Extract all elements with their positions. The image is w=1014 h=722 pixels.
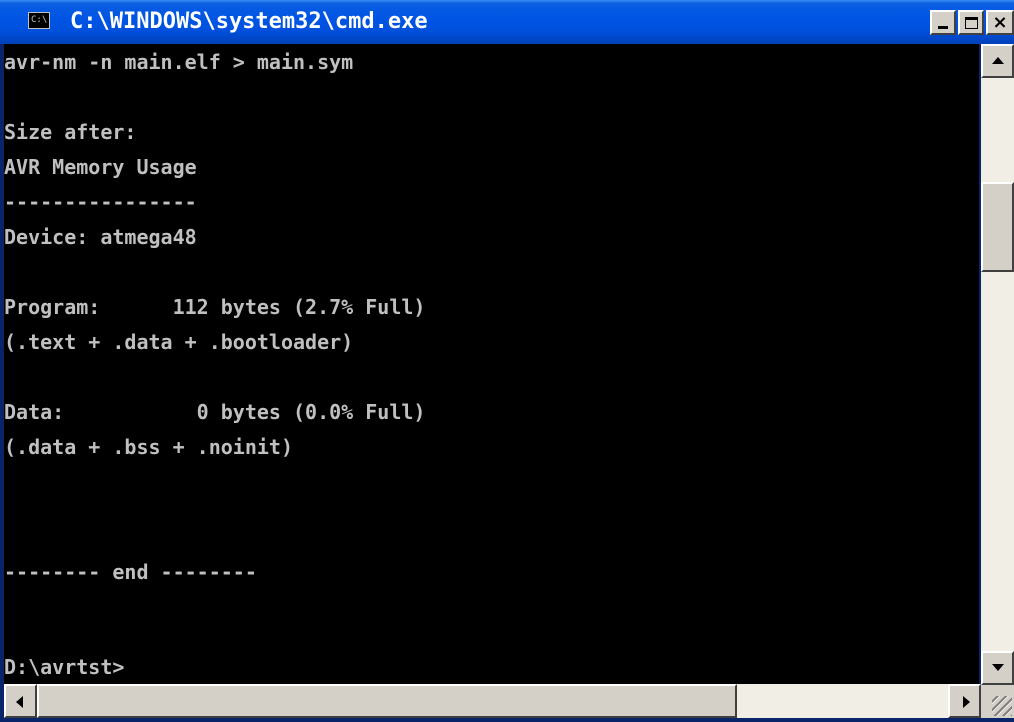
console-line: Size after: xyxy=(4,120,137,144)
horizontal-scrollbar[interactable] xyxy=(4,684,981,718)
arrow-left-icon xyxy=(16,696,23,708)
console-line: Device: atmega48 xyxy=(4,225,197,249)
cmd-icon[interactable]: C:\ xyxy=(28,12,50,29)
console-line: (.data + .bss + .noinit) xyxy=(4,435,293,459)
maximize-button[interactable] xyxy=(958,10,984,35)
console-line: (.text + .data + .bootloader) xyxy=(4,330,354,354)
console-prompt: D:\avrtst> xyxy=(4,655,125,679)
vertical-scrollbar[interactable] xyxy=(981,44,1014,685)
console-line: Program: 112 bytes (2.7% Full) xyxy=(4,295,426,319)
minimize-icon xyxy=(938,26,948,29)
console-line: Data: 0 bytes (0.0% Full) xyxy=(4,400,426,424)
scroll-left-button[interactable] xyxy=(4,684,37,718)
window-title: C:\WINDOWS\system32\cmd.exe xyxy=(70,9,428,34)
scroll-up-button[interactable] xyxy=(981,44,1014,78)
resize-grip[interactable] xyxy=(981,685,1014,718)
arrow-up-icon xyxy=(992,57,1004,64)
title-bar[interactable]: C:\ C:\WINDOWS\system32\cmd.exe × xyxy=(0,0,1014,44)
scroll-down-button[interactable] xyxy=(981,651,1014,685)
console-output[interactable]: avr-nm -n main.elf > main.sym Size after… xyxy=(4,44,979,684)
cmd-window: C:\ C:\WINDOWS\system32\cmd.exe × avr-nm… xyxy=(0,0,1014,722)
scroll-right-button[interactable] xyxy=(948,684,981,718)
close-button[interactable]: × xyxy=(986,10,1014,35)
arrow-right-icon xyxy=(963,696,970,708)
minimize-button[interactable] xyxy=(930,10,956,35)
console-line: -------- end -------- xyxy=(4,560,257,584)
vertical-scroll-thumb[interactable] xyxy=(981,182,1014,272)
horizontal-scroll-thumb[interactable] xyxy=(37,684,737,718)
resize-grip-icon xyxy=(992,696,1012,716)
maximize-icon xyxy=(964,16,978,29)
arrow-down-icon xyxy=(992,664,1004,671)
console-line: avr-nm -n main.elf > main.sym xyxy=(4,50,354,74)
close-icon: × xyxy=(992,11,1008,33)
console-line: ---------------- xyxy=(4,190,197,214)
window-border xyxy=(0,718,1014,722)
console-line: AVR Memory Usage xyxy=(4,155,197,179)
